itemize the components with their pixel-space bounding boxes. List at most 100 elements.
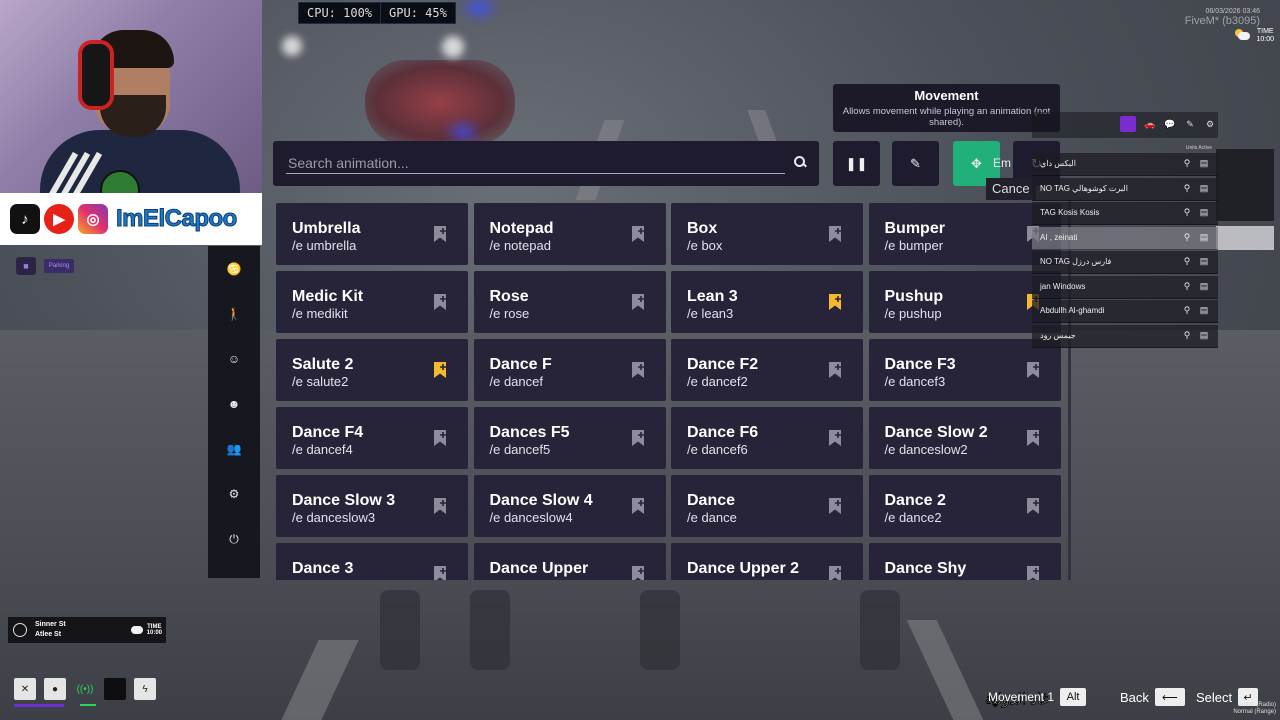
player-row[interactable]: NO TAG فارس درزل ⚲ ▤ (1032, 251, 1218, 274)
cancel-button[interactable]: Cance (986, 178, 1036, 200)
bookmark-add-icon[interactable] (631, 497, 645, 515)
delete-icon[interactable]: ▤ (1199, 281, 1209, 292)
bookmark-add-icon[interactable] (1026, 497, 1040, 515)
emote-card[interactable]: Dance 3 (276, 543, 468, 580)
search-input[interactable] (286, 153, 785, 174)
emote-card[interactable]: Dance Slow 2/e danceslow2 (868, 407, 1061, 469)
emote-card[interactable]: Notepad/e notepad (473, 203, 666, 265)
player-row[interactable]: NO TAG البرت كوشوهالي ⚲ ▤ (1032, 177, 1218, 201)
delete-icon[interactable]: ▤ (1199, 232, 1209, 243)
delete-icon[interactable]: ▤ (1199, 305, 1209, 316)
settings-icon[interactable]: ⚙ (225, 485, 243, 503)
location-pin-icon[interactable]: ⚲ (1182, 183, 1192, 194)
edit-icon[interactable]: ✎ (1184, 118, 1196, 130)
player-row[interactable]: AI , zeinati ⚲ ▤ (1032, 226, 1218, 250)
chat-icon[interactable]: 💬 (1164, 118, 1176, 130)
power-icon[interactable]: ⏻ (225, 530, 243, 548)
time-label: TIME (1256, 28, 1274, 35)
emote-card[interactable]: Dance F2/e dancef2 (671, 339, 863, 401)
emote-card[interactable]: Dance/e dance (671, 475, 863, 537)
location-pin-icon[interactable]: ⚲ (1182, 330, 1192, 341)
emote-card[interactable]: Salute 2/e salute2 (276, 339, 468, 401)
bookmark-add-icon[interactable] (433, 225, 447, 243)
bookmark-add-icon[interactable] (433, 565, 447, 580)
emote-card[interactable]: Dance Slow 3/e danceslow3 (276, 475, 468, 537)
emote-card[interactable]: Dance F4/e dancef4 (276, 407, 468, 469)
settings-icon[interactable]: ⚙ (1204, 118, 1216, 130)
water-icon: ● (44, 678, 66, 700)
bookmark-add-icon[interactable] (828, 361, 842, 379)
emote-card[interactable]: Box/e box (671, 203, 863, 265)
bookmark-add-icon[interactable] (433, 293, 447, 311)
emote-card[interactable]: Dance Shy (868, 543, 1061, 580)
expressions-icon[interactable]: ☻ (225, 395, 243, 413)
weather-icon (1235, 29, 1251, 40)
group-emotes-icon[interactable]: 👥 (225, 440, 243, 458)
bookmark-filled-icon[interactable] (828, 293, 842, 311)
pause-button[interactable]: ❚❚ (833, 141, 880, 186)
player-row[interactable]: TAG Kosis Kosis ⚲ ▤ (1032, 202, 1218, 225)
bookmark-add-icon[interactable] (631, 293, 645, 311)
bookmark-add-icon[interactable] (631, 429, 645, 447)
bookmark-filled-icon[interactable] (433, 361, 447, 379)
emote-card[interactable]: Dances F5/e dancef5 (473, 407, 666, 469)
emote-label: Box (687, 220, 718, 237)
location-pin-icon[interactable]: ⚲ (1182, 256, 1192, 267)
bookmark-add-icon[interactable] (1026, 361, 1040, 379)
bookmark-add-icon[interactable] (631, 361, 645, 379)
emote-card[interactable]: Dance Slow 4/e danceslow4 (473, 475, 666, 537)
emote-card[interactable]: Lean 3/e lean3 (671, 271, 863, 333)
bookmark-add-icon[interactable] (433, 429, 447, 447)
delete-icon[interactable]: ▤ (1199, 256, 1209, 267)
shared-emotes-icon[interactable]: ♋ (225, 260, 243, 278)
bookmark-add-icon[interactable] (1026, 565, 1040, 580)
location-pin-icon[interactable]: ⚲ (1182, 305, 1192, 316)
bookmark-add-icon[interactable] (828, 565, 842, 580)
bookmark-add-icon[interactable] (631, 565, 645, 580)
bookmark-add-icon[interactable] (828, 497, 842, 515)
unit-color-icon[interactable] (1120, 116, 1136, 132)
back-control[interactable]: Back ⟵ (1120, 688, 1185, 706)
emote-card[interactable]: Dance F/e dancef (473, 339, 666, 401)
player-row[interactable]: البكس داي ⚲ ▤ (1032, 153, 1218, 176)
bookmark-add-icon[interactable] (433, 497, 447, 515)
street-secondary: Atlee St (35, 631, 62, 638)
emote-card[interactable]: Dance F6/e dancef6 (671, 407, 863, 469)
background-light (442, 36, 464, 58)
delete-icon[interactable]: ▤ (1199, 158, 1209, 169)
player-row[interactable]: Abdullh Al-ghamdi ⚲ ▤ (1032, 300, 1218, 323)
radio-icon: ((•)) (76, 683, 94, 695)
emote-command: /e lean3 (687, 306, 734, 321)
vehicle-icon[interactable]: 🚗 (1144, 118, 1156, 130)
emote-card[interactable]: Rose/e rose (473, 271, 666, 333)
location-pin-icon[interactable]: ⚲ (1182, 232, 1192, 243)
emote-command: /e box (687, 238, 723, 253)
player-name: AI , zeinati (1040, 232, 1078, 242)
emote-card[interactable]: Dance Upper 2 (671, 543, 863, 580)
weather-time: TIME 10:00 (1235, 28, 1274, 44)
emote-card[interactable]: Medic Kit/e medikit (276, 271, 468, 333)
emote-label: Dance (687, 492, 736, 509)
magic-wand-button[interactable]: ✎ (892, 141, 939, 186)
bookmark-add-icon[interactable] (631, 225, 645, 243)
bookmark-add-icon[interactable] (1026, 429, 1040, 447)
player-name: البكس داي (1040, 159, 1076, 168)
emote-card[interactable]: Dance 2/e dance2 (868, 475, 1061, 537)
emote-card[interactable]: Umbrella/e umbrella (276, 203, 468, 265)
delete-icon[interactable]: ▤ (1199, 207, 1209, 218)
location-pin-icon[interactable]: ⚲ (1182, 158, 1192, 169)
walk-style-icon[interactable]: 🚶 (225, 305, 243, 323)
location-pin-icon[interactable]: ⚲ (1182, 207, 1192, 218)
emote-card[interactable]: Dance Upper (473, 543, 666, 580)
player-row[interactable]: جيمس رود ⚲ ▤ (1032, 324, 1218, 348)
street-info: Sinner St Atlee St TIME 10:00 (8, 617, 166, 643)
bookmark-add-icon[interactable] (828, 225, 842, 243)
location-pin-icon[interactable]: ⚲ (1182, 281, 1192, 292)
player-row[interactable]: jan Windows ⚲ ▤ (1032, 275, 1218, 299)
search-icon[interactable] (794, 156, 806, 168)
delete-icon[interactable]: ▤ (1199, 330, 1209, 341)
emotes-icon[interactable]: ☺ (225, 350, 243, 368)
social-banner: ♪ ▶ ◎ ImElCapoo (0, 193, 262, 245)
delete-icon[interactable]: ▤ (1199, 183, 1209, 194)
bookmark-add-icon[interactable] (828, 429, 842, 447)
